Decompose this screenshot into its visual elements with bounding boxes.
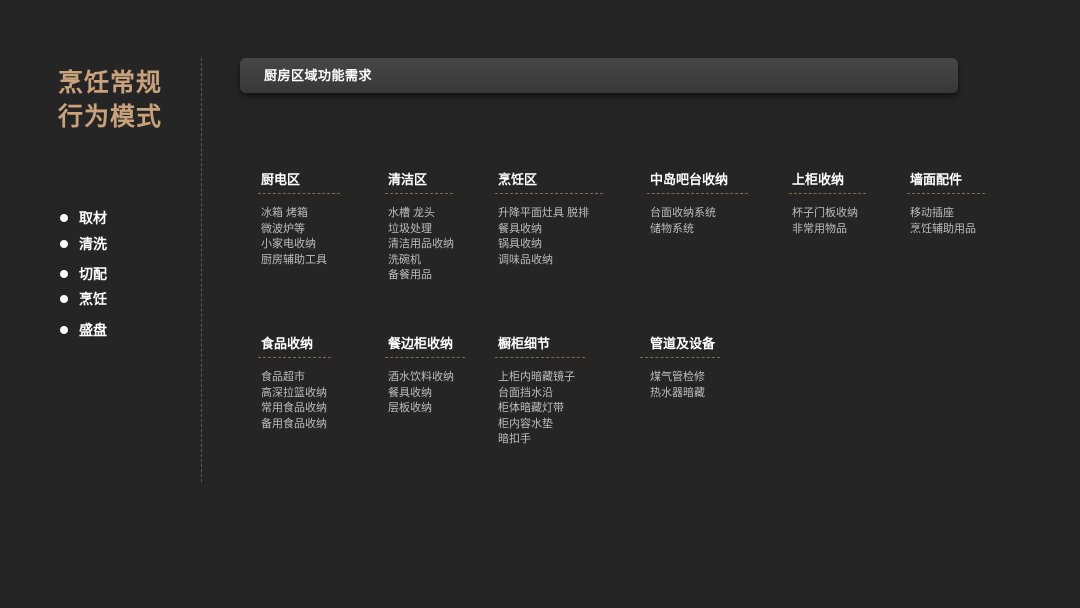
step-label: 烹饪 xyxy=(79,291,107,307)
list-item: 调味品收纳 xyxy=(498,253,553,266)
list-item: 冰箱 烤箱 xyxy=(261,207,309,219)
section-divider xyxy=(258,193,340,194)
list-item: 酒水饮料收纳 xyxy=(388,371,454,383)
section-header-bar: 厨房区域功能需求 xyxy=(240,58,958,93)
list-item: 微波炉等 xyxy=(261,222,305,235)
section-cooking: 烹饪区 升降平面灶具 脱排 餐具收纳 锅具收纳 调味品收纳 xyxy=(495,172,603,268)
section-heading: 餐边柜收纳 xyxy=(388,336,454,351)
section-divider xyxy=(495,193,603,194)
section-heading: 清洁区 xyxy=(388,172,428,187)
section-divider xyxy=(907,193,985,194)
list-item: 升降平面灶具 脱排 xyxy=(498,207,590,219)
section-items: 上柜内暗藏镜子 台面挡水沿 柜体暗藏灯带 柜内容水垫 暗扣手 xyxy=(495,370,585,448)
section-heading: 中岛吧台收纳 xyxy=(650,172,729,187)
list-item: 上柜内暗藏镜子 xyxy=(498,371,575,383)
section-sideboard-storage: 餐边柜收纳 酒水饮料收纳 餐具收纳 层板收纳 xyxy=(385,336,465,417)
step-item: 清洗 xyxy=(60,235,107,253)
list-item: 柜内容水垫 xyxy=(498,417,553,430)
page-title: 烹饪常规 行为模式 xyxy=(58,66,162,134)
page-title-line-1: 烹饪常规 xyxy=(58,69,163,97)
section-heading: 橱柜细节 xyxy=(498,336,551,351)
section-items: 冰箱 烤箱 微波炉等 小家电收纳 厨房辅助工具 xyxy=(258,206,340,268)
section-items: 煤气管检修 热水器暗藏 xyxy=(640,370,720,401)
section-items: 食品超市 高深拉篮收纳 常用食品收纳 备用食品收纳 xyxy=(258,370,331,432)
list-item: 水槽 龙头 xyxy=(388,207,436,219)
vertical-divider xyxy=(201,58,202,482)
list-item: 移动插座 xyxy=(910,207,954,219)
section-divider xyxy=(495,357,585,358)
bullet-dot-icon xyxy=(60,214,68,222)
list-item: 餐具收纳 xyxy=(498,222,542,235)
section-island-bar-storage: 中岛吧台收纳 台面收纳系统 储物系统 xyxy=(647,172,748,237)
step-item: 烹饪 xyxy=(60,290,107,308)
list-item: 台面收纳系统 xyxy=(650,207,716,219)
section-items: 升降平面灶具 脱排 餐具收纳 锅具收纳 调味品收纳 xyxy=(495,206,603,268)
slide: 烹饪常规 行为模式 取材 清洗 切配 烹饪 盛盘 厨房区域功能需求 厨电区 冰箱… xyxy=(0,0,1080,608)
section-cleaning: 清洁区 水槽 龙头 垃圾处理 清洁用品收纳 洗碗机 备餐用品 xyxy=(385,172,454,284)
list-item: 餐具收纳 xyxy=(388,386,432,399)
section-items: 水槽 龙头 垃圾处理 清洁用品收纳 洗碗机 备餐用品 xyxy=(385,206,454,284)
list-item: 柜体暗藏灯带 xyxy=(498,402,564,414)
bullet-dot-icon xyxy=(60,270,68,278)
page-title-line-2: 行为模式 xyxy=(58,103,163,131)
section-heading: 厨电区 xyxy=(261,172,301,187)
section-cabinet-details: 橱柜细节 上柜内暗藏镜子 台面挡水沿 柜体暗藏灯带 柜内容水垫 暗扣手 xyxy=(495,336,585,448)
step-label: 清洗 xyxy=(79,236,107,252)
list-item: 洗碗机 xyxy=(388,253,421,266)
list-item: 清洁用品收纳 xyxy=(388,238,454,250)
step-item: 取材 xyxy=(60,209,107,227)
list-item: 高深拉篮收纳 xyxy=(261,386,327,399)
section-heading: 上柜收纳 xyxy=(792,172,845,187)
section-upper-cabinet-storage: 上柜收纳 杯子门板收纳 非常用物品 xyxy=(789,172,866,237)
section-divider xyxy=(258,357,331,358)
list-item: 非常用物品 xyxy=(792,222,847,235)
list-item: 煤气管检修 xyxy=(650,371,705,383)
list-item: 食品超市 xyxy=(261,371,305,383)
list-item: 层板收纳 xyxy=(388,402,432,414)
section-divider xyxy=(385,193,453,194)
list-item: 小家电收纳 xyxy=(261,238,316,250)
list-item: 杯子门板收纳 xyxy=(792,207,858,219)
list-item: 暗扣手 xyxy=(498,433,531,445)
section-heading: 烹饪区 xyxy=(498,172,538,187)
section-food-storage: 食品收纳 食品超市 高深拉篮收纳 常用食品收纳 备用食品收纳 xyxy=(258,336,331,432)
step-label: 取材 xyxy=(79,210,107,226)
list-item: 烹饪辅助用品 xyxy=(910,222,976,235)
section-heading: 墙面配件 xyxy=(910,172,963,187)
list-item: 厨房辅助工具 xyxy=(261,253,327,266)
list-item: 常用食品收纳 xyxy=(261,402,327,414)
list-item: 锅具收纳 xyxy=(498,238,542,250)
section-divider xyxy=(385,357,465,358)
section-items: 酒水饮料收纳 餐具收纳 层板收纳 xyxy=(385,370,465,417)
section-header-title: 厨房区域功能需求 xyxy=(264,68,373,83)
list-item: 垃圾处理 xyxy=(388,222,432,235)
section-heading: 食品收纳 xyxy=(261,336,314,351)
section-pipes-equipment: 管道及设备 煤气管检修 热水器暗藏 xyxy=(640,336,720,401)
section-wall-accessories: 墙面配件 移动插座 烹饪辅助用品 xyxy=(907,172,985,237)
bullet-dot-icon xyxy=(60,240,68,248)
list-item: 备用食品收纳 xyxy=(261,417,327,430)
section-items: 杯子门板收纳 非常用物品 xyxy=(789,206,866,237)
section-divider xyxy=(789,193,866,194)
section-heading: 管道及设备 xyxy=(650,336,716,351)
step-label: 盛盘 xyxy=(79,322,107,338)
list-item: 台面挡水沿 xyxy=(498,386,553,399)
section-divider xyxy=(640,357,720,358)
section-items: 台面收纳系统 储物系统 xyxy=(647,206,748,237)
list-item: 热水器暗藏 xyxy=(650,386,705,399)
section-kitchen-appliances: 厨电区 冰箱 烤箱 微波炉等 小家电收纳 厨房辅助工具 xyxy=(258,172,340,268)
bullet-dot-icon xyxy=(60,326,68,334)
section-divider xyxy=(647,193,748,194)
list-item: 备餐用品 xyxy=(388,269,432,281)
step-item: 切配 xyxy=(60,265,107,283)
list-item: 储物系统 xyxy=(650,222,694,235)
section-items: 移动插座 烹饪辅助用品 xyxy=(907,206,985,237)
step-item: 盛盘 xyxy=(60,321,107,339)
bullet-dot-icon xyxy=(60,295,68,303)
step-label: 切配 xyxy=(79,266,107,282)
